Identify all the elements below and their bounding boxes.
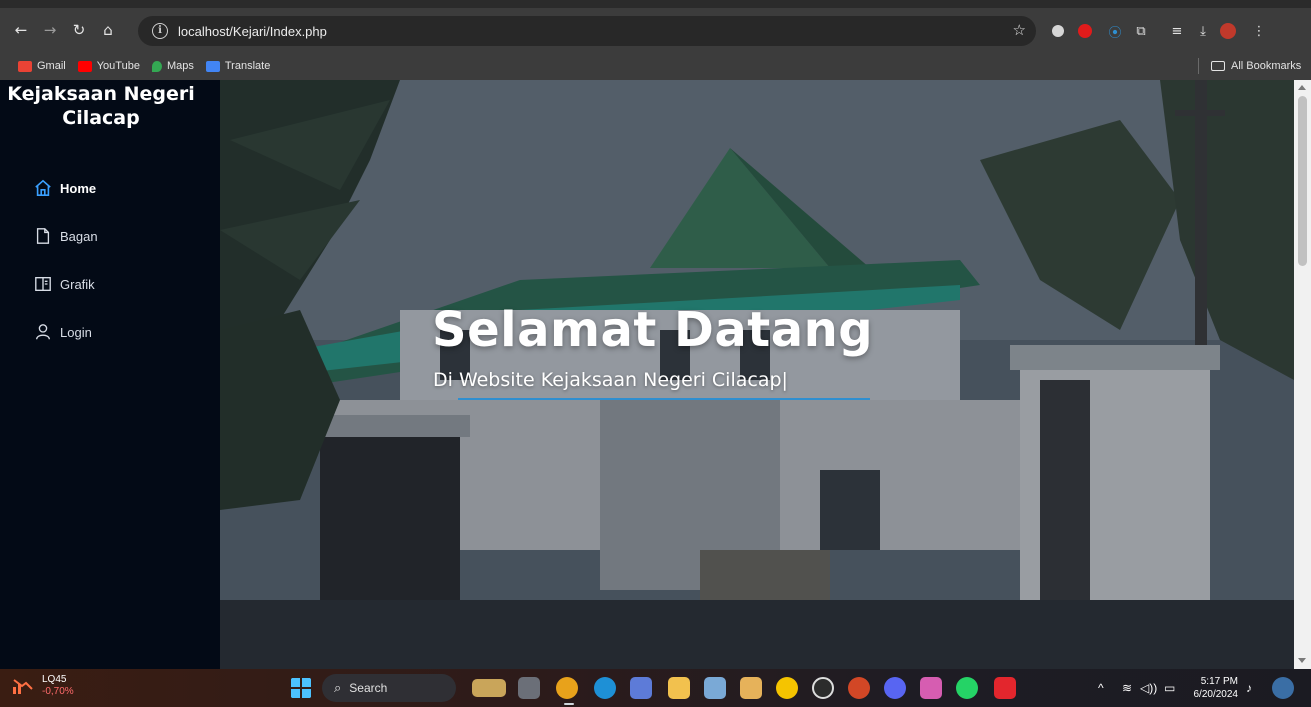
clock-time: 5:17 PM [1200, 676, 1238, 687]
url-text[interactable]: localhost/Kejari/Index.php [178, 24, 327, 39]
sidebar-item-label: Bagan [60, 228, 98, 244]
sidebar-item-login[interactable]: Login [34, 308, 98, 356]
search-label: Search [349, 681, 388, 695]
book-icon [35, 277, 51, 291]
extension-record-icon[interactable] [1078, 24, 1092, 38]
browser-title-strip [0, 0, 1311, 8]
bookmark-gmail[interactable]: Gmail [18, 60, 66, 72]
bookmarks-separator [1198, 58, 1199, 74]
user-icon [36, 324, 50, 340]
extension-globe-icon[interactable] [1052, 25, 1064, 37]
search-icon: ⌕ [334, 680, 342, 695]
app-tile-icon[interactable] [920, 677, 942, 699]
snipping-tool-icon[interactable] [630, 677, 652, 699]
home-icon [35, 179, 51, 197]
widget-name: LQ45 [42, 674, 67, 685]
translate-icon [205, 60, 220, 72]
gmail-icon [18, 60, 32, 72]
youtube-icon [77, 60, 92, 72]
stock-widget[interactable]: LQ45 -0,70% [12, 674, 74, 698]
bookmark-translate[interactable]: Translate [205, 60, 271, 72]
file-explorer-icon[interactable] [668, 677, 690, 699]
sidebar-item-label: Home [60, 180, 97, 196]
chrome-icon[interactable] [556, 677, 578, 699]
profile-avatar-icon[interactable] [1220, 23, 1236, 39]
volume-icon[interactable]: ◁)) [1140, 669, 1157, 707]
all-bookmarks-label: All Bookmarks [1231, 60, 1302, 72]
bookmark-star-icon[interactable]: ☆ [1013, 21, 1026, 39]
sidebar-item-grafik[interactable]: Grafik [34, 260, 98, 308]
tips-icon[interactable] [776, 677, 798, 699]
hero-subtitle: Di Website Kejaksaan Negeri Cilacap| [433, 369, 788, 391]
search-highlight-icon[interactable] [472, 679, 506, 697]
sidebar-item-bagan[interactable]: Bagan [34, 212, 98, 260]
scroll-up-arrow-icon[interactable] [1298, 85, 1306, 90]
scrollbar-thumb[interactable] [1298, 96, 1307, 266]
copilot-icon[interactable] [1272, 677, 1294, 699]
forward-arrow-icon[interactable]: → [37, 17, 63, 43]
acrobat-icon[interactable] [994, 677, 1016, 699]
back-arrow-icon[interactable]: ← [8, 17, 34, 43]
windows-start-icon[interactable] [290, 677, 312, 699]
all-bookmarks-button[interactable]: All Bookmarks [1211, 52, 1301, 80]
bookmark-maps[interactable]: Maps [151, 60, 194, 72]
bookmark-label: YouTube [96, 60, 140, 72]
sidebar-item-home[interactable]: Home [34, 164, 98, 212]
tray-chevron-icon[interactable]: ^ [1098, 669, 1104, 707]
hero-title: Selamat Datang [432, 302, 874, 358]
edge-icon[interactable] [594, 677, 616, 699]
photos-icon[interactable] [704, 677, 726, 699]
hero-banner: Selamat Datang Di Website Kejaksaan Nege… [220, 80, 1294, 669]
sidebar-item-label: Grafik [60, 276, 95, 292]
notification-bell-icon[interactable]: ♪ [1246, 669, 1252, 707]
sidebar-item-label: Login [60, 324, 92, 340]
widget-value: -0,70% [42, 686, 74, 697]
store-icon[interactable] [740, 677, 762, 699]
system-clock[interactable]: 5:17 PM 6/20/2024 [1190, 675, 1239, 701]
battery-icon[interactable]: ▭ [1164, 669, 1175, 707]
reload-icon[interactable]: ↻ [66, 17, 92, 43]
media-player-icon[interactable] [812, 677, 834, 699]
stock-chart-icon [13, 679, 33, 694]
task-view-icon[interactable] [518, 677, 540, 699]
page-scrollbar[interactable] [1294, 80, 1311, 669]
discord-icon[interactable] [884, 677, 906, 699]
document-icon [36, 228, 50, 244]
folder-icon [1211, 61, 1225, 71]
home-icon[interactable]: ⌂ [95, 17, 121, 43]
clock-date: 6/20/2024 [1193, 689, 1239, 700]
site-brand[interactable]: Kejaksaan Negeri Cilacap [0, 82, 220, 130]
wifi-icon[interactable]: ≋ [1122, 669, 1132, 707]
bookmark-youtube[interactable]: YouTube [77, 60, 140, 72]
maps-pin-icon [151, 60, 162, 72]
extension-audio-icon[interactable]: ⦿ [1106, 22, 1124, 41]
bookmark-label: Translate [224, 60, 271, 72]
page-viewport: Kejaksaan Negeri Cilacap Home Bagan Graf… [0, 80, 1311, 669]
taskbar-search[interactable]: ⌕ Search [322, 674, 456, 702]
sidebar-menu: Home Bagan Grafik Login [34, 164, 98, 356]
hero-underline [458, 398, 870, 400]
active-app-indicator [564, 703, 574, 705]
powerpoint-icon[interactable] [848, 677, 870, 699]
address-bar[interactable]: i localhost/Kejari/Index.php ☆ [138, 16, 1036, 46]
site-info-icon[interactable]: i [152, 23, 168, 39]
whatsapp-icon[interactable] [956, 677, 978, 699]
windows-taskbar: LQ45 -0,70% ⌕ Search ^ ≋ ◁)) ▭ 5:17 PM 6… [0, 669, 1311, 707]
bookmarks-bar: Gmail YouTube Maps Translate All Bookmar… [0, 52, 1311, 80]
bookmark-label: Gmail [37, 60, 66, 72]
download-icon[interactable]: ⤓ [1194, 22, 1212, 40]
reading-list-icon[interactable]: ≡ [1168, 22, 1186, 40]
scroll-down-arrow-icon[interactable] [1298, 658, 1306, 663]
menu-kebab-icon[interactable]: ⋮ [1250, 22, 1268, 40]
sidebar: Kejaksaan Negeri Cilacap Home Bagan Graf… [0, 80, 220, 669]
bookmark-label: Maps [166, 60, 194, 72]
extensions-puzzle-icon[interactable]: ⧉ [1132, 22, 1150, 40]
